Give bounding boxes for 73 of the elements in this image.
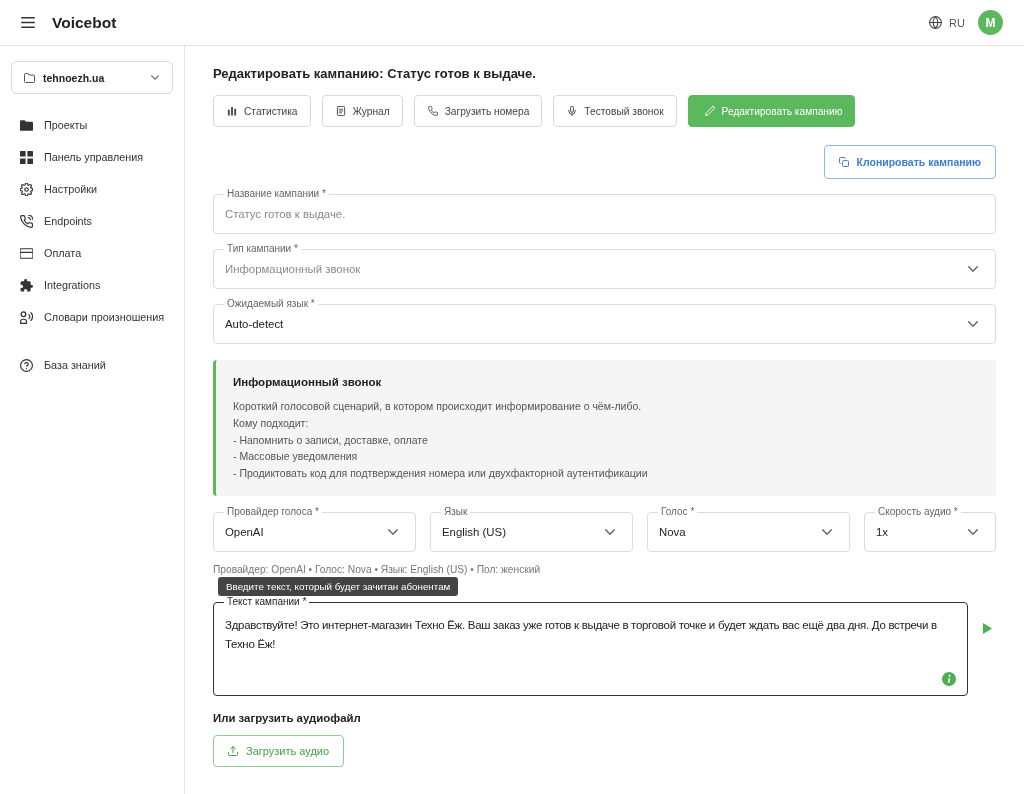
- info-title: Информационный звонок: [233, 375, 383, 390]
- field-value: Auto-detect: [225, 317, 284, 330]
- tooltip: Введите текст, который будет зачитан абонентам: [218, 577, 459, 596]
- document-icon: [335, 106, 346, 116]
- tab[interactable]: Статистика: [213, 95, 311, 127]
- play-icon[interactable]: [983, 623, 992, 634]
- chevron-down-icon: [968, 320, 978, 327]
- person-voice-icon: [20, 310, 33, 324]
- field-label: Язык: [443, 506, 469, 518]
- select-field[interactable]: Язык English (US): [430, 506, 633, 552]
- chevron-down-icon: [822, 528, 832, 535]
- info-text: Кому подходит:: [233, 415, 310, 431]
- phone-icon: [20, 214, 33, 228]
- field-label: Текст кампании *: [226, 596, 308, 608]
- select-field[interactable]: Провайдер голоса * OpenAI: [213, 506, 416, 552]
- field-value: 1x: [876, 525, 889, 538]
- chevron-down-icon: [605, 528, 615, 535]
- field-label: Тип кампании *: [226, 243, 299, 255]
- field-value: Nova: [659, 525, 686, 538]
- tab[interactable]: Загрузить номера: [413, 95, 543, 127]
- sidebar-item[interactable]: Оплата: [11, 237, 173, 269]
- globe-icon: [929, 16, 943, 29]
- credit-card-icon: [20, 246, 33, 260]
- select-field[interactable]: Ожидаемый язык * Auto-detect: [213, 298, 996, 344]
- sidebar-item[interactable]: Проекты: [11, 109, 173, 141]
- field-label: Название кампании *: [226, 188, 327, 200]
- upload-icon: [228, 746, 238, 756]
- folder-icon: [20, 118, 33, 132]
- settings-icon: [20, 182, 33, 196]
- field-value: OpenAI: [225, 525, 264, 538]
- info-text: - Напомнить о записи, доставке, оплате: [233, 432, 429, 448]
- field-label: Скорость аудио *: [877, 506, 959, 518]
- language-button[interactable]: RU: [929, 16, 965, 29]
- info-icon[interactable]: [942, 672, 956, 686]
- info-text: Короткий голосовой сценарий, в котором происходит информирование о чём-либо.: [233, 399, 643, 414]
- field-label: Провайдер голоса *: [226, 506, 320, 518]
- sidebar-item[interactable]: Панель управления: [11, 141, 173, 173]
- sidebar-item[interactable]: Endpoints: [11, 205, 173, 237]
- puzzle-icon: [20, 278, 33, 292]
- chevron-down-icon: [151, 75, 159, 80]
- tab[interactable]: Тестовый звонок: [553, 95, 677, 127]
- sidebar-item[interactable]: Настройки: [11, 173, 173, 205]
- folder-icon: [24, 72, 35, 83]
- grid-icon: [20, 150, 33, 164]
- bar-chart-icon: [227, 106, 237, 116]
- info-text: - Массовые уведомления: [233, 449, 359, 465]
- info-text: - Продиктовать код для подтверждения номера или двухфакторной аутентификации: [233, 466, 649, 482]
- clone-button[interactable]: Клонировать кампанию: [823, 145, 996, 179]
- sidebar-item[interactable]: Словари произношения: [11, 301, 173, 333]
- app-title: Voicebot: [52, 13, 117, 32]
- help-icon: [20, 358, 33, 372]
- select-field[interactable]: Голос * Nova: [647, 506, 850, 552]
- field-value: Статус готов к выдаче.: [225, 207, 346, 220]
- select-field[interactable]: Скорость аудио * 1x: [864, 506, 996, 552]
- phone-icon: [427, 106, 438, 116]
- voice-summary: Провайдер: OpenAI • Голос: Nova • Язык: English (US) • Пол: женский: [213, 563, 542, 577]
- text-area-field[interactable]: Текст кампании * Здравствуйте! Это интернет-магазин Техно Ёж. Ваш заказ уже готов к выдаче в торговой точке и будет ждать вас ещё два дня. До встречи в Техно Ёж!: [213, 596, 968, 696]
- page-title: Редактировать кампанию: Статус готов к выдаче.: [213, 66, 537, 82]
- tab[interactable]: Журнал: [321, 95, 403, 127]
- chevron-down-icon: [968, 265, 978, 272]
- sidebar-item[interactable]: Integrations: [11, 269, 173, 301]
- field-value: English (US): [442, 525, 506, 538]
- project-selector[interactable]: tehnoezh.ua: [11, 61, 173, 94]
- pencil-icon: [704, 106, 715, 116]
- field-label: Ожидаемый язык *: [226, 298, 316, 310]
- menu-icon[interactable]: [21, 17, 35, 28]
- sidebar-item[interactable]: База знаний: [11, 349, 173, 381]
- field-label: Голос *: [660, 506, 696, 518]
- upload-heading: Или загрузить аудиофайл: [213, 711, 362, 726]
- microphone-icon: [567, 106, 578, 116]
- copy-icon: [838, 157, 849, 167]
- chevron-down-icon: [968, 528, 978, 535]
- chevron-down-icon: [388, 528, 398, 535]
